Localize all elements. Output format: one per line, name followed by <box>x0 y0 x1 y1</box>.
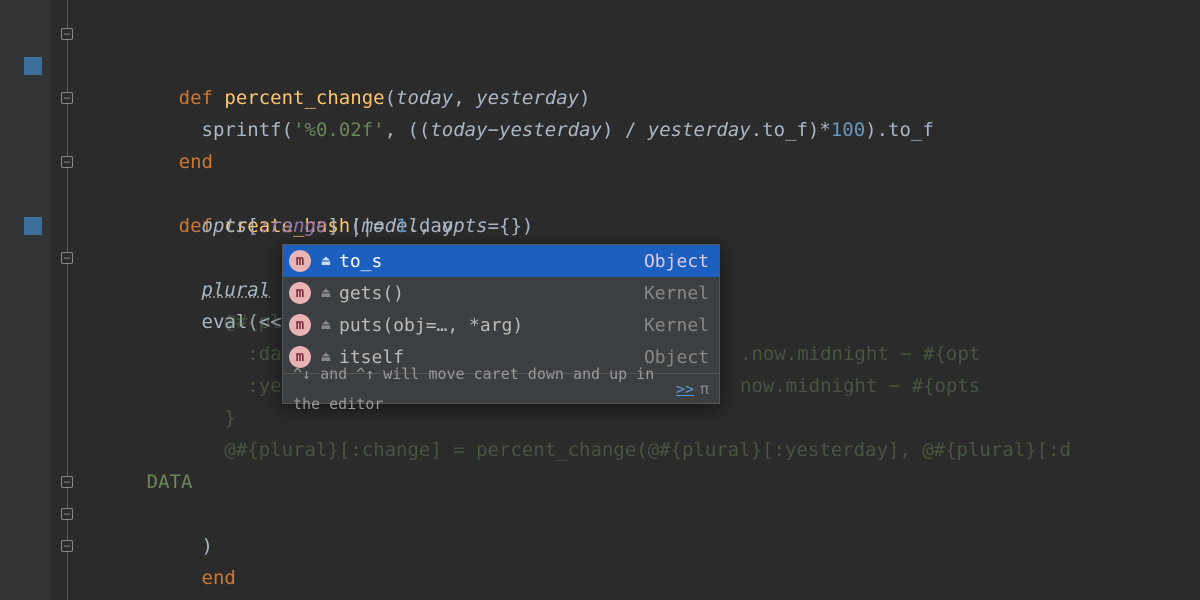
lock-icon: ⏏ <box>319 253 333 269</box>
completion-source: Kernel <box>644 315 709 336</box>
autocomplete-hint: ^↓ and ^↑ will move caret down and up in… <box>283 373 719 403</box>
breakpoint-marker[interactable] <box>24 57 42 75</box>
fold-open-icon[interactable] <box>61 156 73 168</box>
fold-close-icon[interactable] <box>61 92 73 104</box>
pi-icon: π <box>700 374 709 404</box>
completion-label: puts(obj=…, *arg) <box>339 315 644 336</box>
code-line[interactable]: def create_hash(model, opts={}) <box>0 146 1200 178</box>
fold-open-icon[interactable] <box>61 28 73 40</box>
completion-source: Object <box>644 251 709 272</box>
code-line-blank[interactable] <box>0 114 1200 146</box>
breakpoint-marker[interactable] <box>24 217 42 235</box>
fold-close-icon[interactable] <box>61 508 73 520</box>
code-line-active[interactable]: plural = model.ts <box>0 210 1200 242</box>
autocomplete-item[interactable]: m ⏏ gets() Kernel <box>283 277 719 309</box>
fold-close-icon[interactable] <box>61 476 73 488</box>
code-line[interactable]: end <box>0 498 1200 530</box>
autocomplete-popup[interactable]: m ⏏ to_s Object m ⏏ gets() Kernel m ⏏ pu… <box>282 244 720 404</box>
autocomplete-item[interactable]: m ⏏ to_s Object <box>283 245 719 277</box>
code-editor[interactable]: def percent_change(today, yesterday) spr… <box>0 0 1200 600</box>
code-line[interactable]: opts[:range] ||= 1.day <box>0 178 1200 210</box>
completion-label: to_s <box>339 251 644 272</box>
completion-label: gets() <box>339 283 644 304</box>
completion-source: Kernel <box>644 283 709 304</box>
lock-icon: ⏏ <box>319 285 333 301</box>
code-line[interactable]: DATA <box>0 434 1200 466</box>
fold-close-icon[interactable] <box>61 540 73 552</box>
hint-text: ^↓ and ^↑ will move caret down and up in… <box>293 359 670 419</box>
method-icon: m <box>289 314 311 336</box>
code-line[interactable]: end <box>0 530 1200 562</box>
code-line[interactable]: sprintf('%0.02f', ((today−yesterday) / y… <box>0 50 1200 82</box>
method-icon: m <box>289 250 311 272</box>
code-line[interactable]: end <box>0 82 1200 114</box>
autocomplete-item[interactable]: m ⏏ puts(obj=…, *arg) Kernel <box>283 309 719 341</box>
code-line[interactable]: ) <box>0 466 1200 498</box>
method-icon: m <box>289 282 311 304</box>
hint-link[interactable]: >> <box>676 374 694 404</box>
lock-icon: ⏏ <box>319 317 333 333</box>
fold-open-icon[interactable] <box>61 252 73 264</box>
code-line[interactable]: def percent_change(today, yesterday) <box>0 18 1200 50</box>
